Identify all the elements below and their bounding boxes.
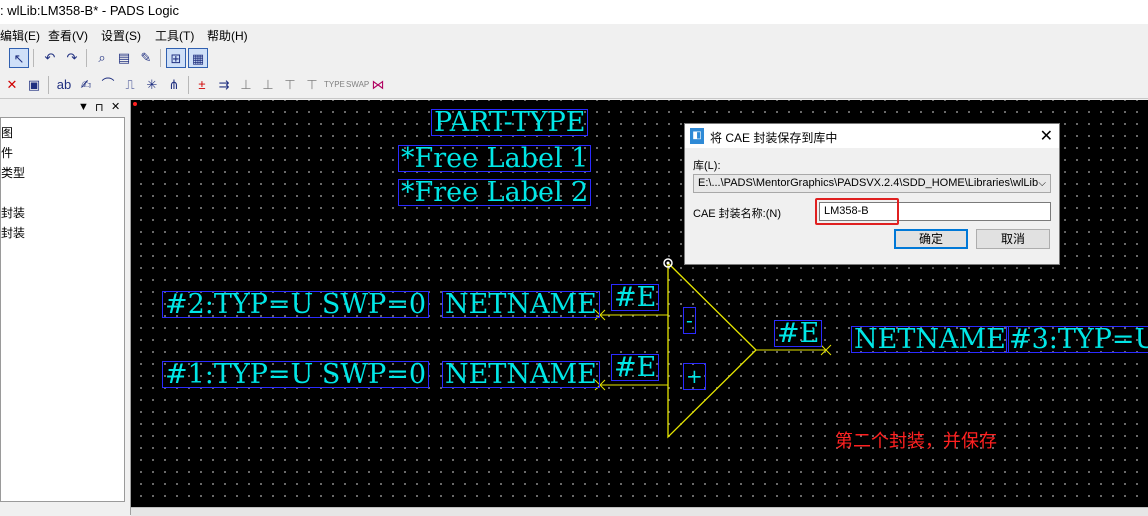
- project-tree: 图 件 类型 封装 封装: [0, 117, 125, 502]
- save-cae-decal-dialog: ◧ 将 CAE 封装保存到库中 ✕ 库(L): E:\...\PADS\Ment…: [684, 123, 1060, 265]
- op-amp-triangle: [667, 262, 757, 439]
- panel-header: ▼ ⊓ ✕: [0, 100, 130, 116]
- pin-type-icon[interactable]: TYPE: [324, 75, 345, 95]
- toolbar-separator: [48, 76, 49, 94]
- pin-icon[interactable]: ⊥: [236, 75, 256, 95]
- noninverting-input-label[interactable]: +: [683, 363, 706, 390]
- dialog-title: 将 CAE 封装保存到库中: [710, 131, 838, 145]
- pin-1-e-label[interactable]: #E: [611, 354, 660, 381]
- undo-icon[interactable]: ↶: [40, 48, 60, 68]
- draw-line-icon[interactable]: ✍: [76, 75, 96, 95]
- dropdown-icon[interactable]: ▼: [78, 101, 89, 113]
- title-bar: : wlLib:LM358-B* - PADS Logic: [0, 0, 1148, 24]
- dialog-title-bar: ◧ 将 CAE 封装保存到库中 ✕: [685, 124, 1059, 148]
- ok-button[interactable]: 确定: [894, 229, 968, 249]
- zoom-icon[interactable]: ⌕: [92, 48, 112, 68]
- free-label-1[interactable]: *Free Label 1: [398, 145, 592, 172]
- toolbar-decal-editing: ✕ ▣ ab ✍ ⌒ ⎍ ✳ ⋔ ± ⇉ ⊥ ⊥ ⊤ ⊤ TYPE SWAP ⋈: [0, 72, 1148, 99]
- tree-item[interactable]: 封装: [1, 204, 25, 221]
- pin-3-attribute-label[interactable]: #3:TYP=U: [1006, 326, 1148, 353]
- project-panel: ▼ ⊓ ✕ 图 件 类型 封装 封装: [0, 100, 131, 515]
- inverting-input-label[interactable]: -: [683, 307, 696, 334]
- toolbar-standard: ↖ ↶ ↷ ⌕ ▤ ✎ ⊞ ▦: [0, 45, 1148, 71]
- shape-icon[interactable]: ⎍: [120, 75, 140, 95]
- tree-item[interactable]: 封装: [1, 224, 25, 241]
- select-tool-icon[interactable]: ↖: [9, 48, 29, 68]
- pin-2-e-label[interactable]: #E: [611, 284, 660, 311]
- window-title: : wlLib:LM358-B* - PADS Logic: [0, 3, 179, 18]
- drafting-toolbar-icon[interactable]: ▦: [188, 48, 208, 68]
- library-select[interactable]: E:\...\PADS\MentorGraphics\PADSVX.2.4\SD…: [693, 174, 1051, 193]
- pin-icon[interactable]: ⊓: [95, 101, 104, 114]
- toolbar-separator: [33, 49, 34, 67]
- tree-item[interactable]: 件: [1, 144, 13, 161]
- menu-tools[interactable]: 工具(T): [155, 27, 194, 44]
- chevron-down-icon[interactable]: ⌵: [1038, 175, 1046, 192]
- close-icon[interactable]: ✕: [1040, 126, 1053, 146]
- tree-item[interactable]: 类型: [1, 164, 25, 181]
- library-icon[interactable]: ▤: [114, 48, 134, 68]
- pin-1-netname-label[interactable]: NETNAME: [442, 361, 600, 388]
- properties-icon[interactable]: ✎: [136, 48, 156, 68]
- pads-app-icon: ◧: [690, 128, 704, 144]
- add-terminal-icon[interactable]: ±: [192, 75, 212, 95]
- toolbar-separator: [188, 76, 189, 94]
- menu-bar: 编辑(E) 查看(V) 设置(S) 工具(T) 帮助(H): [0, 24, 1148, 44]
- text-icon[interactable]: ab: [54, 75, 74, 95]
- pin-edit-icon[interactable]: ⊥: [258, 75, 278, 95]
- menu-edit[interactable]: 编辑(E): [0, 27, 40, 44]
- annotation-note: 第二个封装，并保存: [835, 431, 997, 451]
- free-label-2[interactable]: *Free Label 2: [398, 179, 592, 206]
- pin-3-e-label[interactable]: #E: [774, 320, 823, 347]
- part-type-label[interactable]: PART-TYPE: [431, 109, 589, 136]
- pin-1-attribute-label[interactable]: #1:TYP=U SWP=0: [162, 361, 430, 388]
- pin-swap-icon[interactable]: SWAP: [346, 75, 369, 95]
- redo-icon[interactable]: ↷: [62, 48, 82, 68]
- highlight-box: [815, 198, 899, 225]
- toolbar-separator: [160, 49, 161, 67]
- tree-item[interactable]: 图: [1, 124, 13, 141]
- decal-edit-icon[interactable]: ⊞: [166, 48, 186, 68]
- menu-settings[interactable]: 设置(S): [101, 27, 141, 44]
- import-icon[interactable]: ⋔: [164, 75, 184, 95]
- menu-help[interactable]: 帮助(H): [207, 27, 248, 44]
- library-label: 库(L):: [693, 160, 721, 172]
- pin-3-netname-label[interactable]: NETNAME: [851, 326, 1009, 353]
- toolbar-separator: [86, 49, 87, 67]
- decal-name-label: CAE 封装名称:(N): [693, 208, 781, 220]
- menu-view[interactable]: 查看(V): [48, 27, 88, 44]
- star-icon[interactable]: ✳: [142, 75, 162, 95]
- cancel-button[interactable]: 取消: [976, 229, 1050, 249]
- pin-name-icon[interactable]: ⊤: [302, 75, 322, 95]
- arc-icon[interactable]: ⌒: [98, 75, 118, 95]
- delete-icon[interactable]: ✕: [2, 75, 22, 95]
- pin-2-netname-label[interactable]: NETNAME: [442, 291, 600, 318]
- close-icon[interactable]: ✕: [111, 100, 120, 113]
- pin-number-icon[interactable]: ⊤: [280, 75, 300, 95]
- edit-icon[interactable]: ▣: [24, 75, 44, 95]
- pin-2-attribute-label[interactable]: #2:TYP=U SWP=0: [162, 291, 430, 318]
- library-value: E:\...\PADS\MentorGraphics\PADSVX.2.4\SD…: [698, 177, 1039, 189]
- renumber-icon[interactable]: ⋈: [368, 75, 388, 95]
- move-terminal-icon[interactable]: ⇉: [214, 75, 234, 95]
